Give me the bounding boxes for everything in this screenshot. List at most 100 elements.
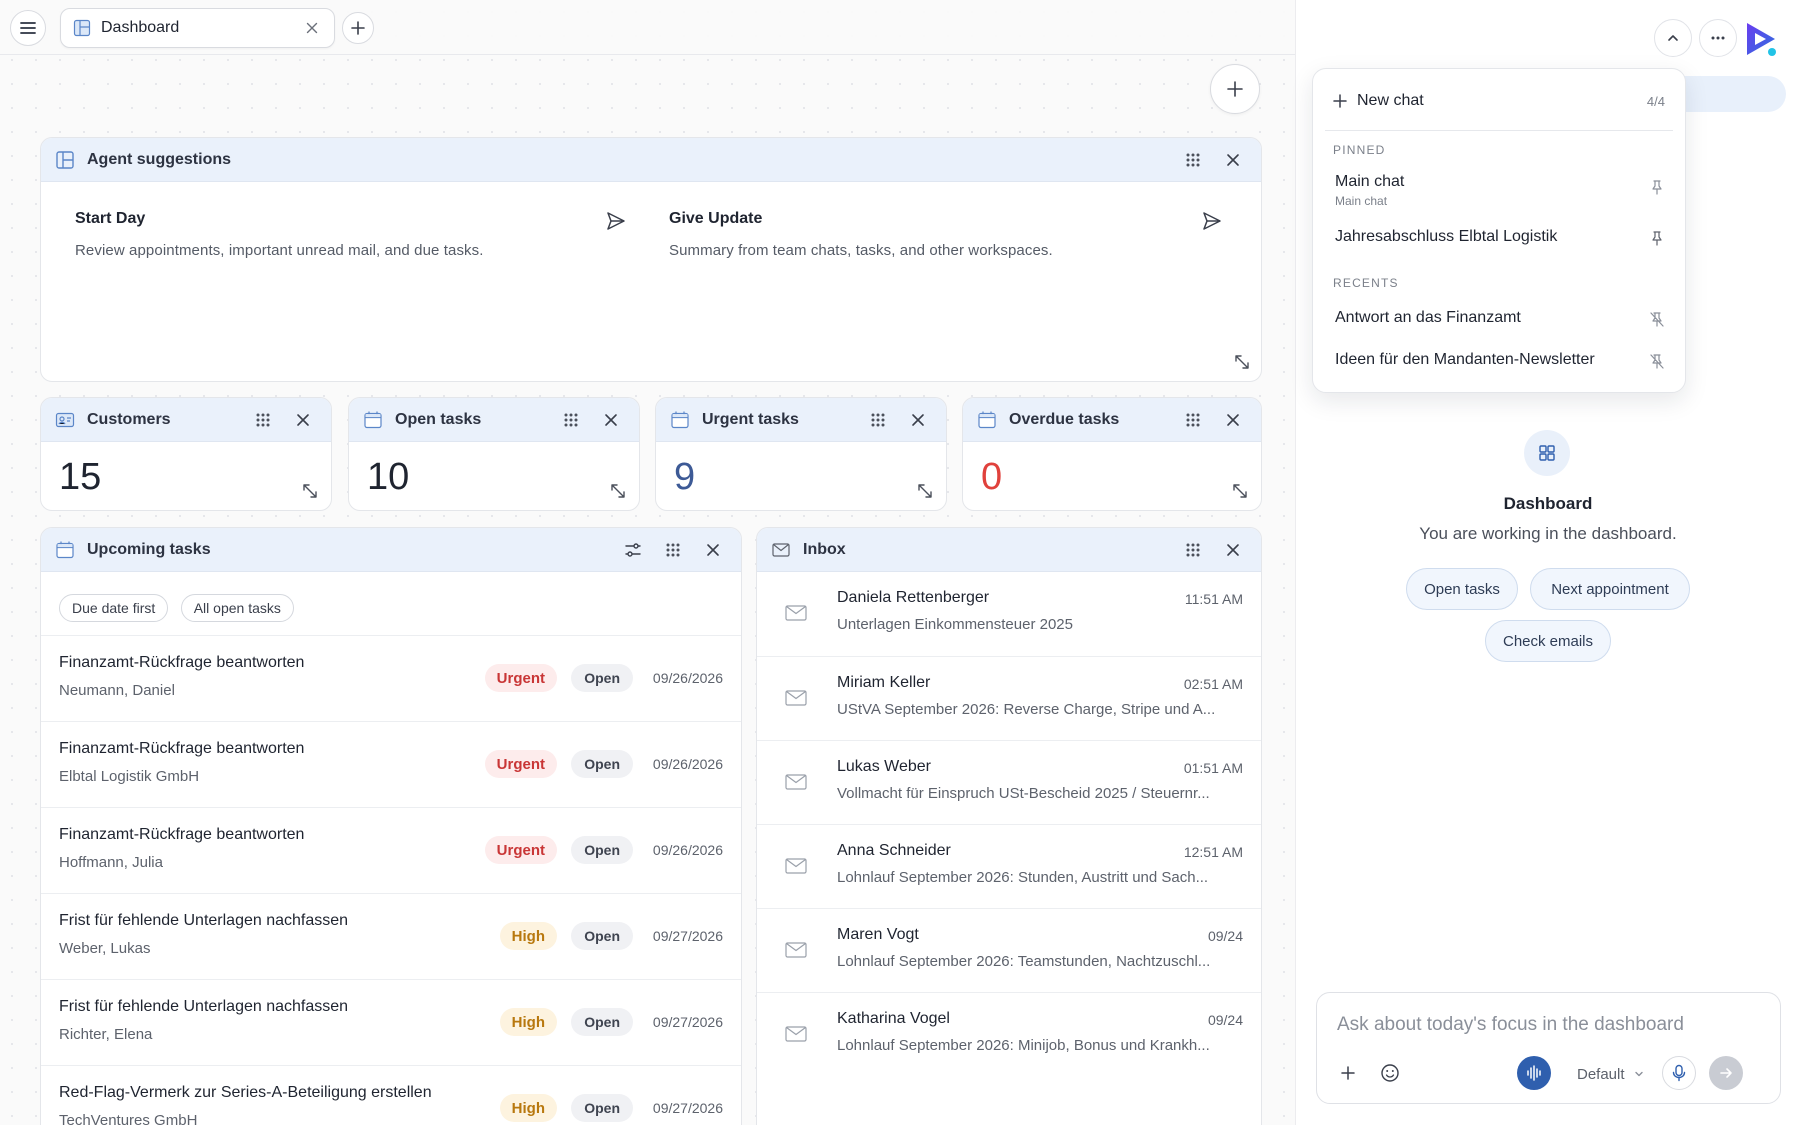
microphone-button[interactable] (1662, 1056, 1696, 1090)
more-options-button[interactable] (1699, 19, 1737, 57)
list-item[interactable]: Lukas Weber 01:51 AM Vollmacht für Einsp… (757, 740, 1261, 824)
collapse-button[interactable] (1654, 19, 1692, 57)
priority-badge: Urgent (484, 664, 557, 692)
drag-handle-icon[interactable] (864, 406, 892, 434)
suggestion-description: Summary from team chats, tasks, and othe… (669, 242, 1053, 259)
close-icon[interactable] (597, 406, 625, 434)
waveform-icon (1527, 1065, 1541, 1081)
overdue-tasks-widget: Overdue tasks 0 (962, 397, 1262, 511)
filter-chip-sort[interactable]: Due date first (59, 594, 169, 622)
table-row[interactable]: Frist für fehlende Unterlagen nachfassen… (41, 893, 741, 979)
hamburger-icon (20, 22, 36, 34)
context-subtitle: You are working in the dashboard. (1419, 524, 1677, 543)
calendar-icon (364, 410, 382, 428)
envelope-icon (785, 1026, 807, 1042)
widget-title: Agent suggestions (87, 150, 232, 168)
plus-icon (351, 21, 365, 35)
task-due-date: 09/27/2026 (652, 928, 723, 944)
attach-button[interactable] (1331, 1056, 1365, 1090)
chat-item-label: Antwort an das Finanzamt (1335, 309, 1521, 326)
chat-input[interactable] (1337, 1011, 1760, 1039)
drag-handle-icon[interactable] (249, 406, 277, 434)
unpin-icon[interactable] (1647, 351, 1667, 371)
mail-sender: Maren Vogt (837, 926, 919, 943)
chat-item-jahresabschluss[interactable]: Jahresabschluss Elbtal Logistik (1335, 228, 1667, 246)
drag-handle-icon[interactable] (1179, 406, 1207, 434)
list-item[interactable]: Maren Vogt 09/24 Lohnlauf September 2026… (757, 908, 1261, 992)
menu-button[interactable] (10, 10, 46, 46)
upcoming-tasks-widget: Upcoming tasks Due date first All open t… (40, 527, 742, 1125)
emoji-button[interactable] (1373, 1056, 1407, 1090)
close-icon[interactable] (1219, 146, 1247, 174)
voice-mode-button[interactable] (1517, 1056, 1551, 1090)
resize-icon[interactable] (607, 480, 629, 502)
filter-chip-scope[interactable]: All open tasks (180, 594, 294, 622)
close-icon[interactable] (699, 536, 727, 564)
quick-action-check-emails[interactable]: Check emails (1485, 620, 1611, 662)
add-widget-button[interactable] (1210, 64, 1260, 114)
drag-handle-icon[interactable] (1179, 536, 1207, 564)
widget-title: Urgent tasks (702, 410, 799, 428)
table-row[interactable]: Red-Flag-Vermerk zur Series-A-Beteiligun… (41, 1065, 741, 1125)
list-item[interactable]: Daniela Rettenberger 11:51 AM Unterlagen… (757, 572, 1261, 656)
open-tasks-widget: Open tasks 10 (348, 397, 640, 511)
table-row[interactable]: Finanzamt-Rückfrage beantworten Elbtal L… (41, 721, 741, 807)
chat-item-main[interactable]: Main chat Main chat (1335, 173, 1667, 208)
model-select[interactable]: Default (1577, 1061, 1645, 1087)
quick-action-open-tasks[interactable]: Open tasks (1406, 568, 1518, 610)
close-icon[interactable] (904, 406, 932, 434)
status-badge: Open (571, 1094, 633, 1122)
drag-handle-icon[interactable] (659, 536, 687, 564)
list-item[interactable]: Miriam Keller 02:51 AM UStVA September 2… (757, 656, 1261, 740)
chat-item-label: Jahresabschluss Elbtal Logistik (1335, 228, 1558, 245)
quick-action-next-appointment[interactable]: Next appointment (1530, 568, 1690, 610)
suggestion-card-start-day[interactable]: Start Day Review appointments, important… (75, 186, 635, 296)
calendar-icon (671, 410, 689, 428)
unpin-icon[interactable] (1647, 309, 1667, 329)
tab-dashboard[interactable]: Dashboard (60, 8, 335, 48)
widget-title: Open tasks (395, 410, 482, 428)
resize-icon[interactable] (1229, 480, 1251, 502)
pin-icon[interactable] (1647, 228, 1667, 248)
add-tab-button[interactable] (342, 12, 374, 44)
app-logo (1741, 19, 1781, 59)
list-item[interactable]: Katharina Vogel 09/24 Lohnlauf September… (757, 992, 1261, 1076)
resize-icon[interactable] (1231, 351, 1253, 373)
new-chat-button[interactable]: New chat 4/4 (1333, 89, 1665, 113)
task-client: Elbtal Logistik GmbH (59, 768, 200, 785)
drag-handle-icon[interactable] (557, 406, 585, 434)
resize-icon[interactable] (299, 480, 321, 502)
chat-item-finanzamt[interactable]: Antwort an das Finanzamt (1335, 309, 1667, 327)
arrow-right-icon (1720, 1068, 1732, 1078)
task-client: Hoffmann, Julia (59, 854, 163, 871)
table-row[interactable]: Finanzamt-Rückfrage beantworten Hoffmann… (41, 807, 741, 893)
widget-header: Customers (41, 398, 331, 442)
list-item[interactable]: Anna Schneider 12:51 AM Lohnlauf Septemb… (757, 824, 1261, 908)
chat-item-sub: Main chat (1335, 194, 1388, 208)
send-icon[interactable] (603, 208, 629, 234)
chat-item-newsletter[interactable]: Ideen für den Mandanten-Newsletter (1335, 351, 1667, 369)
drag-handle-icon[interactable] (1179, 146, 1207, 174)
send-icon[interactable] (1199, 208, 1225, 234)
suggestion-card-give-update[interactable]: Give Update Summary from team chats, tas… (669, 186, 1231, 296)
calendar-icon (56, 540, 74, 558)
table-row[interactable]: Finanzamt-Rückfrage beantworten Neumann,… (41, 635, 741, 721)
task-client: TechVentures GmbH (59, 1112, 198, 1125)
filter-settings-icon[interactable] (619, 536, 647, 564)
mail-sender: Miriam Keller (837, 674, 931, 691)
close-tab-icon[interactable] (302, 18, 322, 38)
close-icon[interactable] (1219, 536, 1247, 564)
context-title: Dashboard (1503, 494, 1593, 513)
widget-header: Agent suggestions (41, 138, 1261, 182)
mail-time: 02:51 AM (1183, 676, 1243, 692)
widget-title: Inbox (803, 540, 846, 558)
table-row[interactable]: Frist für fehlende Unterlagen nachfassen… (41, 979, 741, 1065)
priority-badge: High (499, 1094, 557, 1122)
send-button[interactable] (1709, 1056, 1743, 1090)
widget-header: Upcoming tasks (41, 528, 741, 572)
pin-icon[interactable] (1647, 177, 1667, 197)
resize-icon[interactable] (914, 480, 936, 502)
priority-badge: High (499, 1008, 557, 1036)
close-icon[interactable] (289, 406, 317, 434)
close-icon[interactable] (1219, 406, 1247, 434)
